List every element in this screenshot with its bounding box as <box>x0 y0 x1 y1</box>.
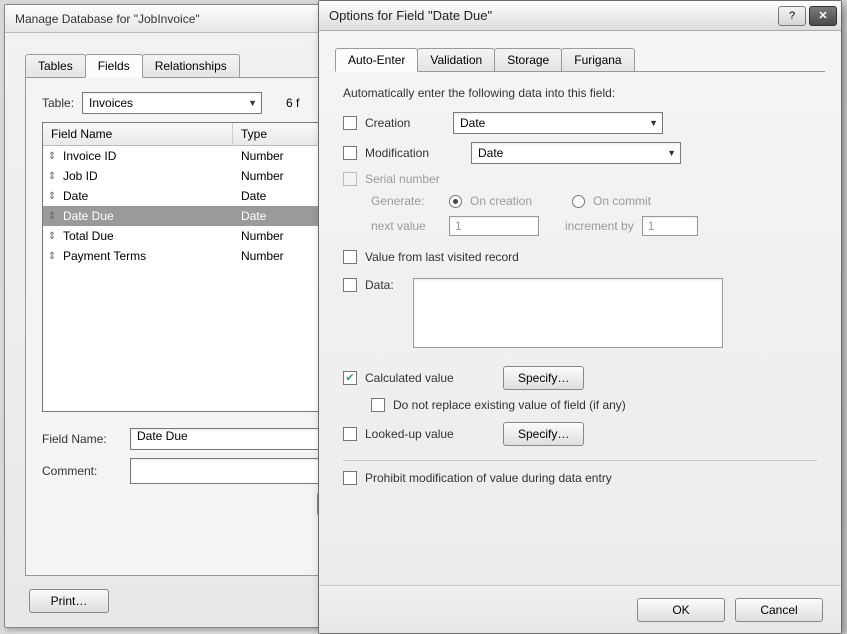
serial-checkbox[interactable] <box>343 172 357 186</box>
calculated-label: Calculated value <box>365 371 495 385</box>
on-creation-radio[interactable] <box>449 195 462 208</box>
last-visited-label: Value from last visited record <box>365 250 519 264</box>
print-button[interactable]: Print… <box>29 589 109 613</box>
comment-label: Comment: <box>42 464 122 478</box>
fieldname-label: Field Name: <box>42 432 122 446</box>
tab-validation[interactable]: Validation <box>417 48 495 71</box>
table-label: Table: <box>42 96 74 110</box>
ok-button[interactable]: OK <box>637 598 725 622</box>
field-count: 6 f <box>286 96 299 110</box>
lookup-checkbox[interactable] <box>343 427 357 441</box>
header-field-name[interactable]: Field Name <box>43 123 233 145</box>
tab-fields[interactable]: Fields <box>85 54 143 78</box>
cancel-button[interactable]: Cancel <box>735 598 823 622</box>
creation-combo[interactable]: Date ▼ <box>453 112 663 134</box>
tab-furigana[interactable]: Furigana <box>561 48 634 71</box>
increment-input[interactable]: 1 <box>642 216 698 236</box>
serial-label: Serial number <box>365 172 440 186</box>
noreplace-checkbox[interactable] <box>371 398 385 412</box>
chevron-down-icon: ▼ <box>667 148 676 158</box>
next-value-label: next value <box>371 219 441 233</box>
tab-relationships[interactable]: Relationships <box>142 54 240 77</box>
data-checkbox[interactable] <box>343 278 357 292</box>
on-commit-label: On commit <box>593 194 651 208</box>
drag-handle-icon[interactable]: ⇕ <box>43 191 61 202</box>
modification-checkbox[interactable] <box>343 146 357 160</box>
table-combo-value: Invoices <box>89 96 133 110</box>
on-commit-radio[interactable] <box>572 195 585 208</box>
drag-handle-icon[interactable]: ⇕ <box>43 151 61 162</box>
drag-handle-icon[interactable]: ⇕ <box>43 231 61 242</box>
lookup-label: Looked-up value <box>365 427 495 441</box>
increment-label: increment by <box>565 219 634 233</box>
generate-label: Generate: <box>371 194 441 208</box>
drag-handle-icon[interactable]: ⇕ <box>43 171 61 182</box>
tab-auto-enter[interactable]: Auto-Enter <box>335 48 418 72</box>
prohibit-checkbox[interactable] <box>343 471 357 485</box>
drag-handle-icon[interactable]: ⇕ <box>43 251 61 262</box>
on-creation-label: On creation <box>470 194 532 208</box>
close-button[interactable]: ✕ <box>809 6 837 26</box>
data-textarea[interactable] <box>413 278 723 348</box>
table-combo[interactable]: Invoices ▼ <box>82 92 262 114</box>
modification-combo[interactable]: Date ▼ <box>471 142 681 164</box>
prohibit-label: Prohibit modification of value during da… <box>365 471 612 485</box>
calculated-checkbox[interactable] <box>343 371 357 385</box>
drag-handle-icon[interactable]: ⇕ <box>43 211 61 222</box>
noreplace-label: Do not replace existing value of field (… <box>393 398 626 412</box>
next-value-input[interactable]: 1 <box>449 216 539 236</box>
data-label: Data: <box>365 278 405 292</box>
help-button[interactable]: ? <box>778 6 806 26</box>
back-title: Manage Database for "JobInvoice" <box>15 12 200 26</box>
front-titlebar: Options for Field "Date Due" ? ✕ <box>319 1 841 31</box>
chevron-down-icon: ▼ <box>248 98 257 108</box>
field-options-dialog: Options for Field "Date Due" ? ✕ Auto-En… <box>318 0 842 634</box>
intro-text: Automatically enter the following data i… <box>343 86 817 100</box>
front-tabstrip: Auto-Enter Validation Storage Furigana <box>335 47 825 72</box>
modification-label: Modification <box>365 146 445 160</box>
chevron-down-icon: ▼ <box>649 118 658 128</box>
last-visited-checkbox[interactable] <box>343 250 357 264</box>
tab-tables[interactable]: Tables <box>25 54 86 77</box>
front-title: Options for Field "Date Due" <box>329 8 492 23</box>
creation-label: Creation <box>365 116 445 130</box>
calculated-specify-button[interactable]: Specify… <box>503 366 584 390</box>
creation-checkbox[interactable] <box>343 116 357 130</box>
dialog-footer: OK Cancel <box>319 585 841 633</box>
lookup-specify-button[interactable]: Specify… <box>503 422 584 446</box>
tab-storage[interactable]: Storage <box>494 48 562 71</box>
